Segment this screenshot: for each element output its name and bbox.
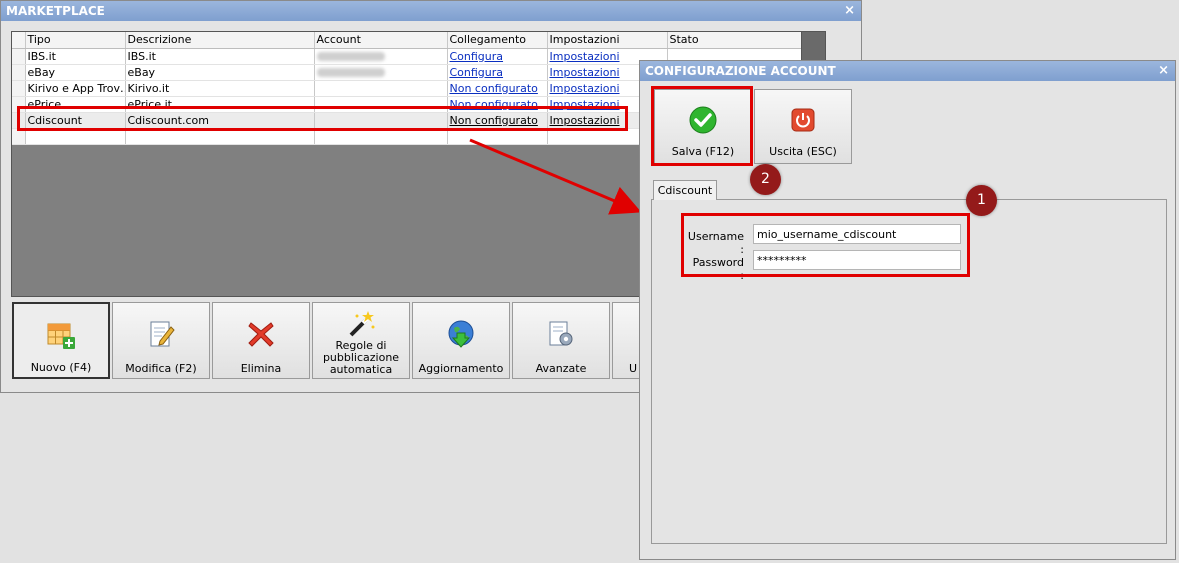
username-label: Username : [687, 230, 744, 256]
collegamento-link[interactable]: Non configurato [450, 98, 538, 111]
cell-tipo: Cdiscount [25, 112, 126, 129]
cell-descrizione: eBay [125, 64, 315, 81]
impostazioni-link[interactable]: Impostazioni [550, 82, 620, 95]
cell-account [314, 64, 448, 81]
marketplace-toolbar: Nuovo (F4) Modifica (F2) Elimina Regole … [12, 302, 712, 380]
aggiornamento-label: Aggiornamento [418, 362, 504, 375]
step-badge-1: 1 [966, 185, 997, 216]
cell-account [314, 112, 448, 129]
tab-cdiscount[interactable]: Cdiscount [653, 180, 717, 200]
collegamento-link[interactable]: Non configurato [450, 114, 538, 127]
row-header[interactable] [12, 96, 26, 113]
close-icon[interactable]: × [844, 1, 855, 21]
marketplace-titlebar: MARKETPLACE × [1, 1, 861, 21]
column-header-descrizione[interactable]: Descrizione [125, 32, 315, 49]
settings-document-icon [513, 317, 609, 351]
cell-account [314, 96, 448, 113]
magic-wand-icon [313, 307, 409, 341]
cell-collegamento: Non configurato [447, 96, 548, 113]
cell-collegamento: Non configurato [447, 80, 548, 97]
table-header-row: Tipo Descrizione Account Collegamento Im… [12, 32, 802, 49]
uscita-label: Uscita (ESC) [769, 145, 837, 158]
cell-descrizione: IBS.it [125, 48, 315, 65]
config-title: CONFIGURAZIONE ACCOUNT [645, 64, 836, 78]
collegamento-link[interactable]: Non configurato [450, 82, 538, 95]
grid-add-icon [14, 318, 108, 352]
cell-descrizione: Cdiscount.com [125, 112, 315, 129]
cell-collegamento: Non configurato [447, 112, 548, 129]
column-header-tipo[interactable]: Tipo [25, 32, 126, 49]
config-titlebar: CONFIGURAZIONE ACCOUNT × [640, 61, 1175, 81]
delete-x-icon [213, 317, 309, 351]
regole-label: Regole di pubblicazione automatica [322, 339, 400, 376]
column-header-account[interactable]: Account [314, 32, 448, 49]
collegamento-link[interactable]: Configura [450, 66, 504, 79]
nuovo-label: Nuovo (F4) [30, 361, 92, 374]
modifica-button[interactable]: Modifica (F2) [112, 302, 210, 379]
cell-account [314, 48, 448, 65]
row-header[interactable] [12, 48, 26, 65]
blurred-account [316, 68, 385, 77]
cell-descrizione: Kirivo.it [125, 80, 315, 97]
aggiornamento-button[interactable]: Aggiornamento [412, 302, 510, 379]
cell-tipo: Kirivo e App Trov… [25, 80, 126, 97]
collegamento-link[interactable]: Configura [450, 50, 504, 63]
modifica-label: Modifica (F2) [125, 362, 197, 375]
cell-tipo: IBS.it [25, 48, 126, 65]
marketplace-title: MARKETPLACE [6, 4, 105, 18]
username-field[interactable] [753, 224, 961, 244]
row-header-corner [12, 32, 26, 49]
impostazioni-link[interactable]: Impostazioni [550, 114, 620, 127]
elimina-label: Elimina [240, 362, 282, 375]
uscita-button[interactable]: Uscita (ESC) [754, 89, 852, 164]
row-header[interactable] [12, 64, 26, 81]
tab-panel-cdiscount: Username : Password : [651, 199, 1167, 544]
globe-update-icon [413, 317, 509, 351]
close-icon[interactable]: × [1158, 61, 1169, 81]
cell-tipo: ePrice [25, 96, 126, 113]
impostazioni-link[interactable]: Impostazioni [550, 98, 620, 111]
cell-collegamento: Configura [447, 64, 548, 81]
column-header-impostazioni[interactable]: Impostazioni [547, 32, 668, 49]
checkmark-icon [655, 106, 751, 134]
cell-tipo: eBay [25, 64, 126, 81]
row-header[interactable] [12, 128, 26, 145]
impostazioni-link[interactable]: Impostazioni [550, 50, 620, 63]
row-header[interactable] [12, 112, 26, 129]
nuovo-button[interactable]: Nuovo (F4) [12, 302, 110, 379]
blurred-account [316, 52, 385, 61]
salva-label: Salva (F12) [671, 145, 735, 158]
config-account-window: CONFIGURAZIONE ACCOUNT × Salva (F12) Usc… [639, 60, 1176, 560]
step-badge-2: 2 [750, 164, 781, 195]
salva-button[interactable]: Salva (F12) [654, 89, 752, 164]
avanzate-button[interactable]: Avanzate [512, 302, 610, 379]
column-header-stato[interactable]: Stato [667, 32, 802, 49]
impostazioni-link[interactable]: Impostazioni [550, 66, 620, 79]
avanzate-label: Avanzate [535, 362, 587, 375]
password-field[interactable] [753, 250, 961, 270]
regole-button[interactable]: Regole di pubblicazione automatica [312, 302, 410, 379]
cell-descrizione: ePrice.it [125, 96, 315, 113]
power-icon [755, 106, 851, 134]
row-header[interactable] [12, 80, 26, 97]
edit-document-icon [113, 317, 209, 351]
elimina-button[interactable]: Elimina [212, 302, 310, 379]
cell-collegamento: Configura [447, 48, 548, 65]
cell-account [314, 80, 448, 97]
password-label: Password : [692, 256, 744, 282]
column-header-collegamento[interactable]: Collegamento [447, 32, 548, 49]
